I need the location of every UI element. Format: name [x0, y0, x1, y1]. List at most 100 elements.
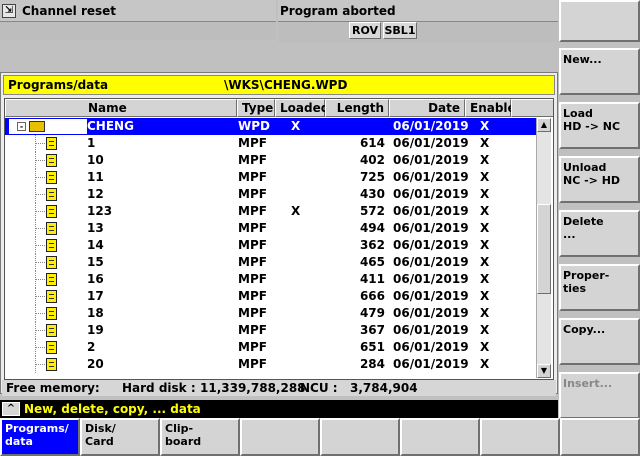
- tree-branch: [35, 330, 45, 331]
- column-header-enable[interactable]: Enable: [465, 99, 516, 117]
- cell-length: 367: [359, 323, 385, 337]
- cell-enable: X: [480, 255, 490, 269]
- table-row[interactable]: 12 MPF 430 06/01/2019 X: [5, 186, 536, 203]
- softkey-h4[interactable]: [240, 418, 320, 456]
- hard-disk-value: 11,339,788,288: [200, 381, 306, 395]
- free-memory-bar: Free memory: Hard disk : 11,339,788,288 …: [2, 380, 556, 396]
- cell-length: 614: [359, 136, 385, 150]
- properties-button[interactable]: Proper- ties: [559, 264, 640, 311]
- table-row[interactable]: 11 MPF 725 06/01/2019 X: [5, 169, 536, 186]
- clipboard-button[interactable]: Clip- board: [160, 418, 240, 456]
- vertical-scrollbar[interactable]: ▲ ▼: [536, 118, 551, 378]
- ncu-value: 3,784,904: [350, 381, 418, 395]
- cell-type: WPD: [238, 119, 270, 133]
- column-header-name[interactable]: Name: [5, 99, 237, 117]
- table-row[interactable]: 123 MPF X 572 06/01/2019 X: [5, 203, 536, 220]
- tree-branch: [35, 228, 45, 229]
- unload-nc-hd-button[interactable]: Unload NC -> HD: [559, 156, 640, 203]
- program-file-icon: [46, 222, 57, 235]
- cell-enable: X: [480, 272, 490, 286]
- cell-name: 16: [87, 272, 104, 286]
- tree-branch: [35, 279, 45, 280]
- disk-card-button[interactable]: Disk/ Card: [80, 418, 160, 456]
- table-row[interactable]: 10 MPF 402 06/01/2019 X: [5, 152, 536, 169]
- softkey-h5[interactable]: [320, 418, 400, 456]
- cell-date: 06/01/2019: [393, 187, 469, 201]
- cell-date: 06/01/2019: [393, 255, 469, 269]
- cell-enable: X: [480, 204, 490, 218]
- column-header-length[interactable]: Length: [325, 99, 389, 117]
- delete-button[interactable]: Delete ...: [559, 210, 640, 257]
- cell-type: MPF: [238, 170, 267, 184]
- softkey-h7[interactable]: [480, 418, 560, 456]
- program-file-icon: [46, 188, 57, 201]
- cell-name: 123: [87, 204, 113, 218]
- cell-length: 465: [359, 255, 385, 269]
- tree-branch: [35, 177, 45, 178]
- copy-button[interactable]: Copy...: [559, 318, 640, 365]
- program-file-icon: [46, 154, 57, 167]
- program-file-icon: [46, 256, 57, 269]
- cell-enable: X: [480, 289, 490, 303]
- load-hd-nc-button[interactable]: Load HD -> NC: [559, 102, 640, 149]
- tree-branch: [35, 160, 45, 161]
- table-row[interactable]: 15 MPF 465 06/01/2019 X: [5, 254, 536, 271]
- cell-name: 19: [87, 323, 104, 337]
- softkey-h8[interactable]: [560, 418, 640, 456]
- cell-date: 06/01/2019: [393, 136, 469, 150]
- cell-type: MPF: [238, 204, 267, 218]
- ncu-label: NCU :: [300, 381, 338, 395]
- table-row[interactable]: 19 MPF 367 06/01/2019 X: [5, 322, 536, 339]
- cell-name: 1: [87, 136, 96, 150]
- table-row[interactable]: 13 MPF 494 06/01/2019 X: [5, 220, 536, 237]
- table-row[interactable]: 1 MPF 614 06/01/2019 X: [5, 135, 536, 152]
- program-file-icon: [46, 290, 57, 303]
- folder-node: -: [9, 119, 87, 134]
- caret-up-icon[interactable]: ^: [2, 402, 20, 416]
- cell-loaded: X: [291, 119, 301, 133]
- new-button[interactable]: New...: [559, 48, 640, 95]
- cell-date: 06/01/2019: [393, 170, 469, 184]
- collapse-icon[interactable]: -: [17, 122, 26, 131]
- status-band-right: [278, 22, 558, 42]
- column-header-loaded[interactable]: Loaded: [275, 99, 329, 117]
- softkey-h6[interactable]: [400, 418, 480, 456]
- table-row-folder[interactable]: - CHENG WPD X 06/01/2019 X: [5, 118, 536, 135]
- scrollbar-thumb[interactable]: [537, 204, 551, 294]
- cell-type: MPF: [238, 323, 267, 337]
- scroll-up-icon[interactable]: ▲: [537, 118, 551, 132]
- program-file-icon: [46, 205, 57, 218]
- cell-name: 15: [87, 255, 104, 269]
- insert-button[interactable]: Insert...: [559, 372, 640, 419]
- programs-data-button[interactable]: Programs/ data: [0, 418, 80, 456]
- table-row[interactable]: 18 MPF 479 06/01/2019 X: [5, 305, 536, 322]
- cell-name: 17: [87, 289, 104, 303]
- column-header-type[interactable]: Type: [237, 99, 275, 117]
- softkey-blank[interactable]: [559, 0, 640, 42]
- cell-date: 06/01/2019: [393, 153, 469, 167]
- cell-type: MPF: [238, 340, 267, 354]
- table-row[interactable]: 14 MPF 362 06/01/2019 X: [5, 237, 536, 254]
- table-row[interactable]: 20 MPF 284 06/01/2019 X: [5, 356, 536, 373]
- tree-branch: [35, 194, 45, 195]
- table-row[interactable]: 2 MPF 651 06/01/2019 X: [5, 339, 536, 356]
- program-file-icon: [46, 137, 57, 150]
- hard-disk-label: Hard disk :: [122, 381, 196, 395]
- cell-loaded: X: [291, 204, 301, 218]
- cell-type: MPF: [238, 187, 267, 201]
- column-header-date[interactable]: Date: [389, 99, 465, 117]
- cell-date: 06/01/2019: [393, 238, 469, 252]
- tree-branch: [35, 347, 45, 348]
- cell-name: 13: [87, 221, 104, 235]
- table-row[interactable]: 17 MPF 666 06/01/2019 X: [5, 288, 536, 305]
- program-status-text: Program aborted: [280, 3, 396, 18]
- cell-type: MPF: [238, 153, 267, 167]
- cell-type: MPF: [238, 221, 267, 235]
- table-row[interactable]: 16 MPF 411 06/01/2019 X: [5, 271, 536, 288]
- cell-length: 479: [359, 306, 385, 320]
- program-file-icon: [46, 324, 57, 337]
- scroll-down-icon[interactable]: ▼: [537, 364, 551, 378]
- tree-branch: [35, 313, 45, 314]
- folder-open-icon: [29, 121, 45, 132]
- cell-length: [325, 118, 385, 135]
